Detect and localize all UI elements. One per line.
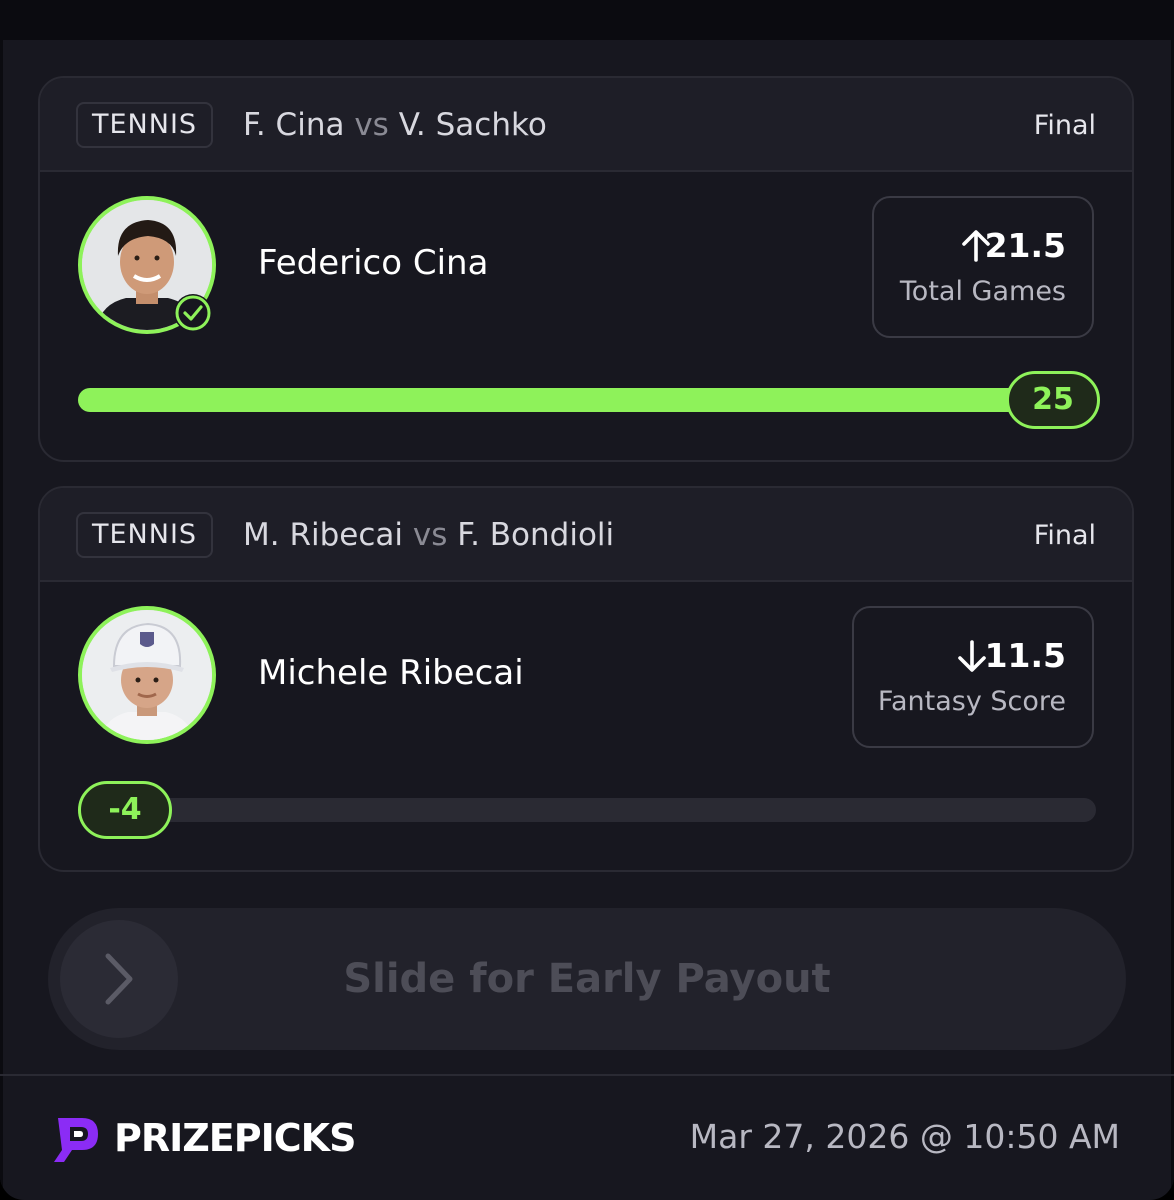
pick-card-ribecai[interactable]: TENNIS M. Ribecai vs F. Bondioli Final M… (38, 486, 1134, 872)
card-header: TENNIS M. Ribecai vs F. Bondioli Final (40, 488, 1132, 582)
matchup: M. Ribecai vs F. Bondioli (243, 514, 614, 556)
result-pill: -4 (78, 781, 172, 839)
game-status: Final (1033, 110, 1096, 141)
stat-type: Fantasy Score (877, 686, 1066, 717)
game-status: Final (1033, 520, 1096, 551)
check-circle-icon (174, 294, 212, 332)
stat-type: Total Games (899, 276, 1066, 307)
app-frame: TENNIS F. Cina vs V. Sachko Final Federi… (0, 0, 1174, 1200)
slider-label: Slide for Early Payout (343, 956, 831, 1002)
footer-divider (0, 1074, 1174, 1076)
sport-badge: TENNIS (76, 102, 214, 148)
player-name: Michele Ribecai (258, 653, 524, 693)
vs-label: vs (354, 107, 389, 143)
result-pill: 25 (1006, 371, 1100, 429)
early-payout-slider[interactable]: Slide for Early Payout (48, 908, 1126, 1050)
player-avatar (78, 606, 216, 744)
vs-label: vs (412, 517, 448, 553)
team-b: F. Bondioli (457, 517, 615, 553)
sport-badge: TENNIS (76, 512, 214, 558)
player-name: Federico Cina (258, 243, 489, 283)
team-a: F. Cina (243, 107, 345, 143)
projection-line: 21.5 (984, 226, 1066, 265)
frame-border-left (0, 40, 3, 1200)
projection-box: 11.5 Fantasy Score (852, 606, 1094, 748)
progress-fill (78, 388, 1096, 412)
brand-wordmark: PRIZEPICKS (114, 1116, 356, 1160)
team-b: V. Sachko (398, 107, 547, 143)
progress-track (78, 388, 1096, 412)
top-bar (0, 0, 1174, 40)
card-header: TENNIS F. Cina vs V. Sachko Final (40, 78, 1132, 172)
progress-track (78, 798, 1096, 822)
projection-line: 11.5 (984, 636, 1066, 675)
projection-box: 21.5 Total Games (872, 196, 1094, 338)
team-a: M. Ribecai (243, 517, 404, 553)
timestamp: Mar 27, 2026 @ 10:50 AM (689, 1117, 1120, 1156)
matchup: F. Cina vs V. Sachko (243, 104, 547, 146)
prizepicks-logo (54, 1118, 98, 1162)
player-photo (82, 610, 212, 740)
pick-card-cina[interactable]: TENNIS F. Cina vs V. Sachko Final Federi… (38, 76, 1134, 462)
